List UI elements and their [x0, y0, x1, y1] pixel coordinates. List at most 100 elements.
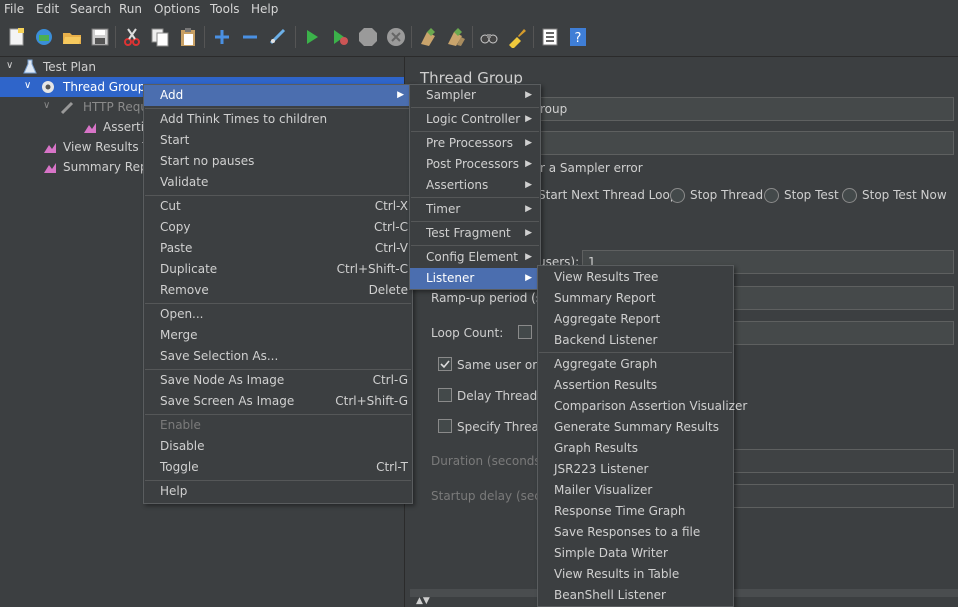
specify-lifetime-checkbox[interactable] [438, 419, 452, 433]
listener-submenu: View Results Tree Summary Report Aggrega… [537, 265, 747, 607]
menu-item-save-node-image[interactable]: Save Node As Image Ctrl-G [144, 370, 412, 391]
open-icon[interactable] [61, 26, 83, 48]
paste-icon[interactable] [177, 26, 199, 48]
menu-item-simple-data-writer[interactable]: Simple Data Writer [538, 543, 733, 564]
menu-item-graph-results[interactable]: Graph Results [538, 438, 733, 459]
menu-item-sampler[interactable]: Sampler ▶ [410, 85, 540, 106]
stop-icon[interactable] [357, 26, 379, 48]
submenu-arrow-icon: ▶ [525, 138, 532, 148]
chart-icon [42, 159, 58, 175]
menu-options[interactable]: Options [154, 2, 200, 16]
menu-item-validate[interactable]: Validate [144, 172, 412, 193]
menu-item-summary-report[interactable]: Summary Report [538, 288, 733, 309]
radio-stop-thread[interactable] [670, 188, 685, 203]
copy-icon[interactable] [149, 26, 171, 48]
menu-item-response-time-graph[interactable]: Response Time Graph [538, 501, 733, 522]
submenu-arrow-icon: ▶ [525, 252, 532, 262]
menu-item-add[interactable]: Add ▶ [144, 85, 412, 106]
menu-file[interactable]: File [4, 2, 24, 16]
menu-run[interactable]: Run [119, 2, 142, 16]
menu-item-mailer-visualizer[interactable]: Mailer Visualizer [538, 480, 733, 501]
assertion-icon [82, 119, 98, 135]
menu-item-duplicate[interactable]: Duplicate Ctrl+Shift-C [144, 259, 412, 280]
menu-item-open[interactable]: Open... [144, 304, 412, 325]
menu-item-test-fragment[interactable]: Test Fragment ▶ [410, 223, 540, 244]
submenu-arrow-icon: ▶ [525, 90, 532, 100]
menu-item-assertion-results[interactable]: Assertion Results [538, 375, 733, 396]
submenu-arrow-icon: ▶ [525, 180, 532, 190]
search-icon[interactable] [478, 26, 500, 48]
menu-item-aggregate-graph[interactable]: Aggregate Graph [538, 354, 733, 375]
save-icon[interactable] [89, 26, 111, 48]
context-menu: Add ▶ Add Think Times to children Start S… [143, 84, 413, 504]
menu-bar: File Edit Search Run Options Tools Help [0, 0, 958, 20]
delay-thread-checkbox[interactable] [438, 388, 452, 402]
clear-all-icon[interactable] [445, 26, 467, 48]
menu-item-view-results-table[interactable]: View Results in Table [538, 564, 733, 585]
menu-edit[interactable]: Edit [36, 2, 59, 16]
menu-item-save-responses[interactable]: Save Responses to a file [538, 522, 733, 543]
menu-item-remove[interactable]: Remove Delete [144, 280, 412, 301]
menu-item-paste[interactable]: Paste Ctrl-V [144, 238, 412, 259]
menu-item-timer[interactable]: Timer ▶ [410, 199, 540, 220]
radio-stop-test-now[interactable] [842, 188, 857, 203]
menu-item-pre-processors[interactable]: Pre Processors ▶ [410, 133, 540, 154]
specify-lifetime-label: Specify Thread [457, 420, 547, 434]
menu-item-view-results-tree[interactable]: View Results Tree [538, 267, 733, 288]
menu-item-beanshell-listener[interactable]: BeanShell Listener [538, 585, 733, 606]
submenu-arrow-icon: ▶ [525, 228, 532, 238]
menu-item-toggle[interactable]: Toggle Ctrl-T [144, 457, 412, 478]
menu-item-start[interactable]: Start [144, 130, 412, 151]
expand-icon[interactable] [211, 26, 233, 48]
start-icon[interactable] [301, 26, 323, 48]
templates-icon[interactable] [33, 26, 55, 48]
menu-item-generate-summary-results[interactable]: Generate Summary Results [538, 417, 733, 438]
name-value: roup [540, 102, 568, 116]
collapse-icon[interactable] [239, 26, 261, 48]
menu-item-assertions[interactable]: Assertions ▶ [410, 175, 540, 196]
menu-tools[interactable]: Tools [210, 2, 240, 16]
menu-item-merge[interactable]: Merge [144, 325, 412, 346]
menu-item-think-times[interactable]: Add Think Times to children [144, 109, 412, 130]
start-no-pauses-icon[interactable] [329, 26, 351, 48]
menu-item-save-screen-image[interactable]: Save Screen As Image Ctrl+Shift-G [144, 391, 412, 412]
menu-item-help[interactable]: Help [144, 481, 412, 502]
delay-thread-label: Delay Thread c [457, 389, 548, 403]
menu-item-listener[interactable]: Listener ▶ [410, 268, 540, 289]
scroll-arrows-icon[interactable]: ▲▼ [416, 596, 430, 606]
menu-item-config-element[interactable]: Config Element ▶ [410, 247, 540, 268]
menu-item-logic-controller[interactable]: Logic Controller ▶ [410, 109, 540, 130]
expand-arrow-icon[interactable]: ∨ [43, 100, 50, 111]
expand-arrow-icon[interactable]: ∨ [6, 60, 13, 71]
submenu-arrow-icon: ▶ [397, 90, 404, 100]
submenu-arrow-icon: ▶ [525, 204, 532, 214]
menu-item-aggregate-report[interactable]: Aggregate Report [538, 309, 733, 330]
tree-node-summary-report[interactable]: Summary Repo [63, 157, 155, 177]
menu-help[interactable]: Help [251, 2, 278, 16]
reset-search-icon[interactable] [506, 26, 528, 48]
menu-item-start-no-pauses[interactable]: Start no pauses [144, 151, 412, 172]
new-icon[interactable] [6, 26, 28, 48]
menu-item-disable[interactable]: Disable [144, 436, 412, 457]
help-icon[interactable]: ? [567, 26, 589, 48]
clear-icon[interactable] [417, 26, 439, 48]
shutdown-icon[interactable] [385, 26, 407, 48]
menu-search[interactable]: Search [70, 2, 111, 16]
same-user-checkbox[interactable] [438, 357, 452, 371]
menu-item-save-selection[interactable]: Save Selection As... [144, 346, 412, 367]
tree-node-test-plan[interactable]: Test Plan [43, 57, 96, 77]
menu-item-backend-listener[interactable]: Backend Listener [538, 330, 733, 351]
add-submenu: Sampler ▶ Logic Controller ▶ Pre Processor… [409, 84, 541, 290]
function-helper-icon[interactable] [539, 26, 561, 48]
cut-icon[interactable] [121, 26, 143, 48]
toggle-icon[interactable] [267, 26, 289, 48]
tree-node-thread-group[interactable]: Thread Group [63, 77, 145, 97]
menu-item-post-processors[interactable]: Post Processors ▶ [410, 154, 540, 175]
radio-stop-test[interactable] [764, 188, 779, 203]
menu-item-cut[interactable]: Cut Ctrl-X [144, 196, 412, 217]
infinite-checkbox[interactable] [518, 325, 532, 339]
menu-item-copy[interactable]: Copy Ctrl-C [144, 217, 412, 238]
menu-item-jsr223-listener[interactable]: JSR223 Listener [538, 459, 733, 480]
expand-arrow-icon[interactable]: ∨ [24, 80, 31, 91]
menu-item-comparison-assertion-visualizer[interactable]: Comparison Assertion Visualizer [538, 396, 747, 417]
